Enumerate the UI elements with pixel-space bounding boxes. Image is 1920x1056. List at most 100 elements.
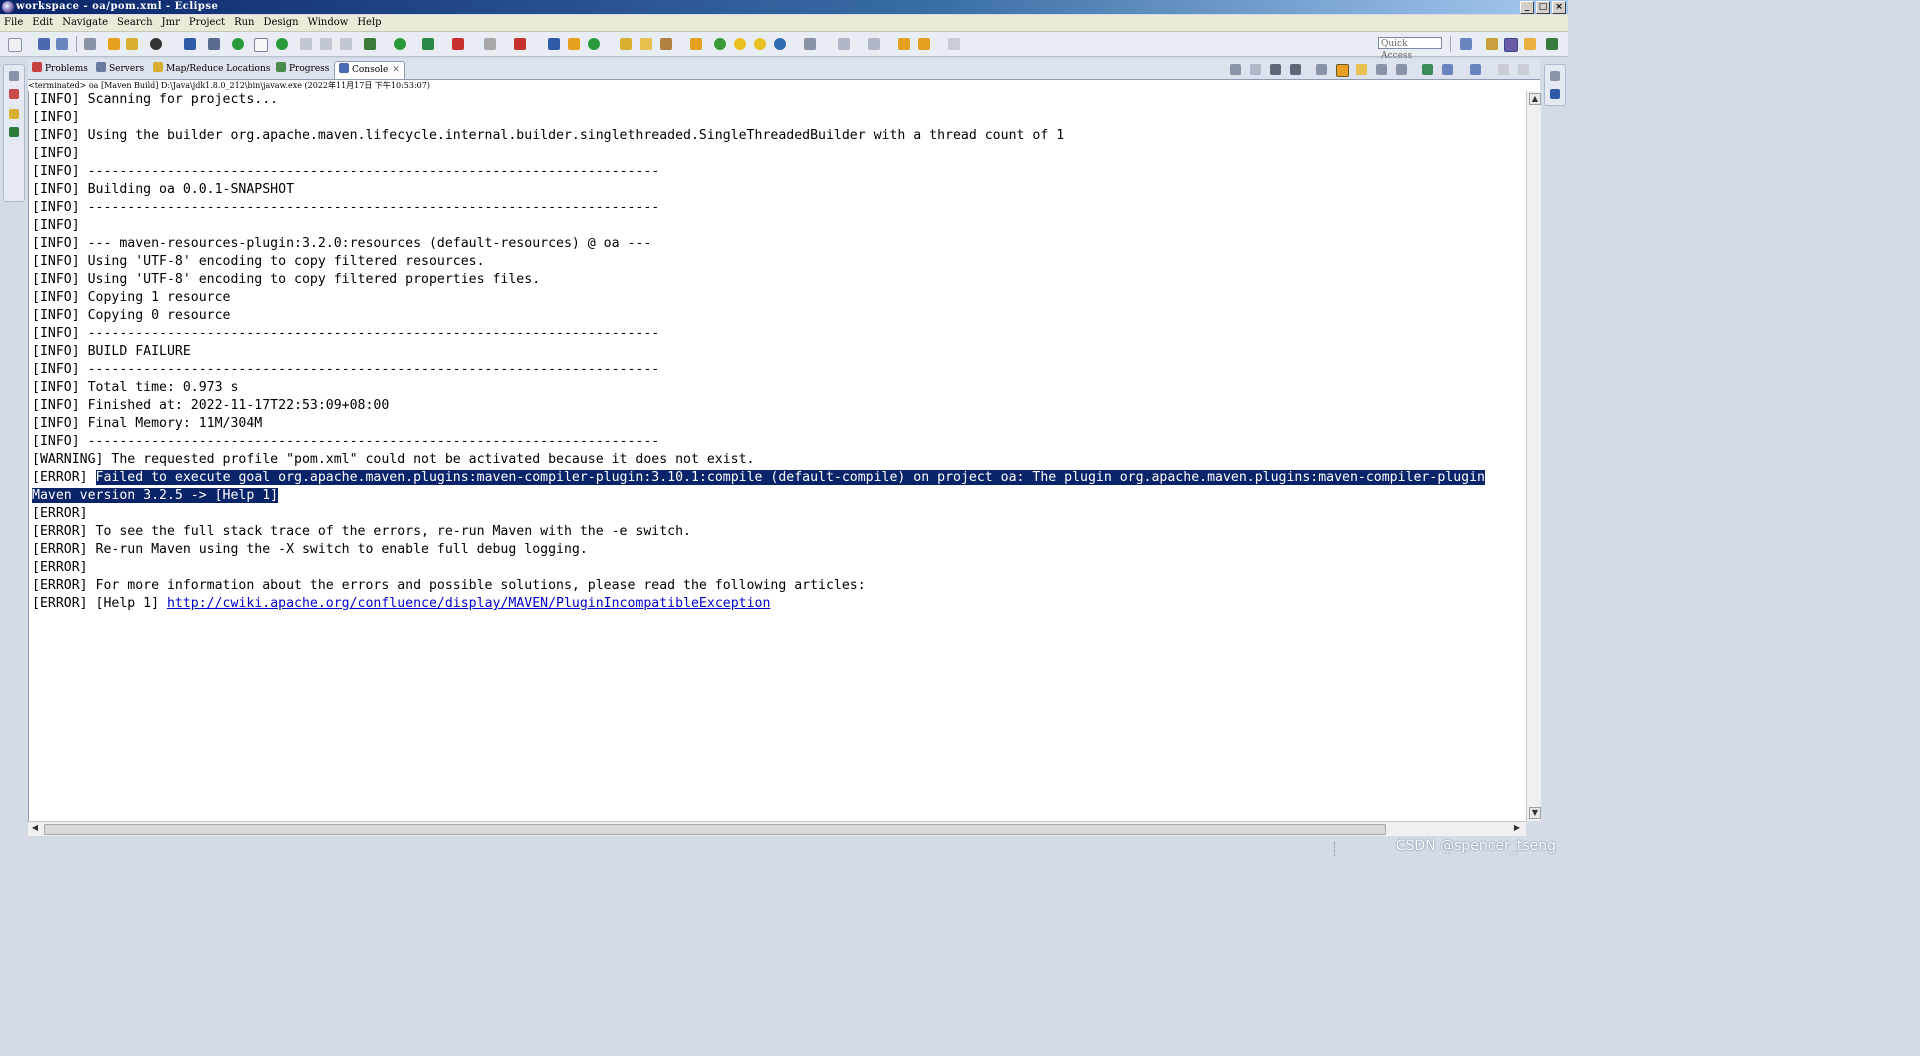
forward-icon[interactable] <box>948 38 960 50</box>
skip-breakpoints-icon[interactable] <box>232 38 244 50</box>
scroll-down-icon[interactable]: ▼ <box>1529 807 1541 819</box>
menu-search[interactable]: Search <box>113 15 158 31</box>
selected-error-text[interactable]: Failed to execute goal org.apache.maven.… <box>95 470 1485 485</box>
refresh-icon[interactable] <box>276 38 288 50</box>
search-help-icon[interactable] <box>754 38 766 50</box>
debug-icon[interactable] <box>364 38 376 50</box>
monitor-icon[interactable] <box>184 38 196 50</box>
remove-launch-icon[interactable] <box>1230 64 1241 75</box>
close-button[interactable]: × <box>1552 1 1566 14</box>
package-explorer-icon[interactable] <box>9 109 19 119</box>
tab-problems[interactable]: Problems <box>32 61 88 78</box>
open-console-icon[interactable] <box>1470 64 1481 75</box>
new-package-icon[interactable] <box>568 38 580 50</box>
scroll-up-icon[interactable]: ▲ <box>1529 93 1541 105</box>
open-task-icon[interactable] <box>126 38 138 50</box>
hierarchy-icon[interactable] <box>9 89 19 99</box>
run-icon[interactable] <box>394 38 406 50</box>
menu-run[interactable]: Run <box>230 15 259 31</box>
problems-icon <box>32 62 42 72</box>
clear-console-icon[interactable] <box>1316 64 1327 75</box>
remove-all-terminated-icon[interactable] <box>1270 64 1281 75</box>
tab-map-reduce-locations[interactable]: Map/Reduce Locations <box>153 61 270 78</box>
wand-icon[interactable] <box>660 38 672 50</box>
java-ee-perspective-icon[interactable] <box>1486 38 1498 50</box>
back-icon[interactable] <box>918 38 930 50</box>
previous-annotation-icon[interactable] <box>868 38 880 50</box>
console-output[interactable]: [INFO] Scanning for projects... [INFO] [… <box>28 91 1527 821</box>
menu-help[interactable]: Help <box>353 15 386 31</box>
help-icon[interactable] <box>734 38 746 50</box>
open-resource-icon[interactable] <box>640 38 652 50</box>
horizontal-scrollbar[interactable]: ◀ ▶ <box>28 821 1526 836</box>
new-java-project-icon[interactable] <box>548 38 560 50</box>
new-icon[interactable] <box>8 38 22 52</box>
terminate-icon[interactable] <box>1250 64 1261 75</box>
globe-icon[interactable] <box>774 38 786 50</box>
close-tab-icon[interactable]: ✕ <box>392 65 400 75</box>
minimize-view-icon[interactable] <box>1498 64 1509 75</box>
tab-servers[interactable]: Servers <box>96 61 144 78</box>
word-wrap-icon[interactable] <box>300 38 312 50</box>
deploy-icon[interactable] <box>514 38 526 50</box>
open-perspective-icon[interactable] <box>1460 38 1472 50</box>
tab-progress[interactable]: Progress <box>276 61 329 78</box>
menu-window[interactable]: Window <box>304 15 354 31</box>
open-type-icon[interactable] <box>108 38 120 50</box>
scroll-lock-icon[interactable] <box>1336 64 1349 77</box>
annotation-icon[interactable] <box>804 38 816 50</box>
scroll-right-icon[interactable]: ▶ <box>1512 823 1522 833</box>
console-icon <box>339 63 349 73</box>
stop-icon[interactable] <box>484 38 496 50</box>
open-file-icon[interactable] <box>690 38 702 50</box>
bug-icon[interactable] <box>714 38 726 50</box>
menu-navigate[interactable]: Navigate <box>58 15 113 31</box>
minimize-button[interactable]: _ <box>1520 1 1534 14</box>
show-on-stderr-icon[interactable] <box>1396 64 1407 75</box>
pin-console-icon[interactable] <box>1422 64 1433 75</box>
restore-icon[interactable] <box>9 71 19 81</box>
maximize-button[interactable]: □ <box>1536 1 1550 14</box>
profile-icon[interactable] <box>150 38 162 50</box>
menu-edit[interactable]: Edit <box>28 15 58 31</box>
display-console-icon[interactable] <box>1442 64 1453 75</box>
word-wrap-console-icon[interactable] <box>1356 64 1367 75</box>
quick-access-input[interactable]: Quick Access <box>1378 37 1442 61</box>
restore-icon[interactable] <box>1550 71 1560 81</box>
next-annotation-icon[interactable] <box>838 38 850 50</box>
menu-jmr[interactable]: Jmr <box>158 15 185 31</box>
toggle-mark-icon[interactable] <box>254 38 268 52</box>
selected-error-text-cont[interactable]: Maven version 3.2.5 -> [Help 1] <box>32 488 279 503</box>
open-folder-icon[interactable] <box>620 38 632 50</box>
console-line: [INFO] Using 'UTF-8' encoding to copy fi… <box>32 254 485 269</box>
coverage-icon[interactable] <box>422 38 434 50</box>
menu-design[interactable]: Design <box>259 15 303 31</box>
junit-icon[interactable] <box>9 127 19 137</box>
external-tools-icon[interactable] <box>452 38 464 50</box>
scroll-left-icon[interactable]: ◀ <box>30 823 40 833</box>
tab-console[interactable]: Console ✕ <box>334 61 405 79</box>
menu-project[interactable]: Project <box>185 15 230 31</box>
save-icon[interactable] <box>38 38 50 50</box>
show-whitespace-icon[interactable] <box>340 38 352 50</box>
binary-icon[interactable] <box>84 38 96 50</box>
toggle-breadcrumb-icon[interactable] <box>208 38 220 50</box>
horizontal-scroll-thumb[interactable] <box>44 824 1386 835</box>
remove-all-icon[interactable] <box>1290 64 1301 75</box>
debug-perspective-icon[interactable] <box>1546 38 1558 50</box>
show-on-stdout-icon[interactable] <box>1376 64 1387 75</box>
help-link[interactable]: http://cwiki.apache.org/confluence/displ… <box>167 596 770 611</box>
last-edit-icon[interactable] <box>898 38 910 50</box>
maximize-view-icon[interactable] <box>1518 64 1529 75</box>
vertical-scrollbar[interactable]: ▲ ▼ <box>1526 91 1541 821</box>
outline-icon[interactable] <box>1550 89 1560 99</box>
map-reduce-perspective-icon[interactable] <box>1504 38 1518 52</box>
java-perspective-icon[interactable] <box>1524 38 1536 50</box>
save-all-icon[interactable] <box>56 38 68 50</box>
console-line: [INFO] Copying 0 resource <box>32 308 231 323</box>
block-select-icon[interactable] <box>320 38 332 50</box>
new-class-icon[interactable] <box>588 38 600 50</box>
menu-file[interactable]: File <box>0 15 28 31</box>
error-prefix: [ERROR] <box>32 470 96 485</box>
left-trim-stack <box>0 58 26 862</box>
